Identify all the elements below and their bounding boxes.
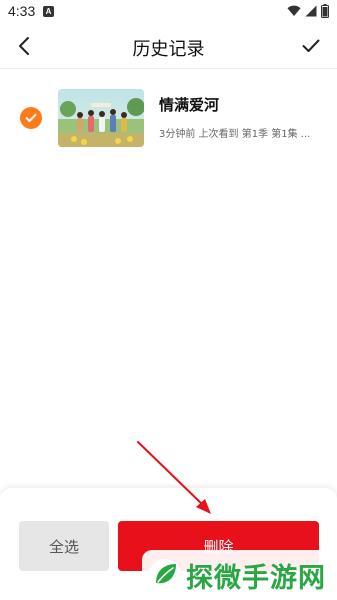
battery-icon [321, 4, 329, 18]
status-icons [287, 4, 329, 18]
history-page: 4:33 A 历史记录 情满爱河 3分钟前 上次看到 第1季 第1集 ... 全… [0, 0, 337, 600]
status-time: 4:33 [8, 3, 36, 19]
selected-checkbox[interactable] [20, 107, 42, 129]
status-bar: 4:33 A [0, 0, 337, 24]
watermark-text: 探微手游网 [186, 562, 326, 594]
leaf-logo-icon [149, 559, 181, 591]
watch-progress-text: 3分钟前 上次看到 第1季 第1集 ... [159, 129, 311, 140]
show-title: 情满爱河 [159, 96, 220, 114]
poster-image [58, 89, 144, 147]
select-all-button[interactable]: 全选 [19, 521, 109, 571]
show-poster-thumbnail[interactable] [58, 89, 144, 147]
history-list-item[interactable]: 情满爱河 3分钟前 上次看到 第1季 第1集 ... [0, 86, 337, 150]
notification-badge-icon: A [43, 6, 54, 17]
site-watermark: 探微手游网 [142, 550, 337, 600]
page-title: 历史记录 [132, 39, 205, 60]
done-button[interactable] [297, 32, 325, 60]
signal-icon [305, 5, 317, 17]
checkmark-icon [25, 113, 37, 122]
check-icon [302, 39, 320, 52]
wifi-icon [287, 5, 301, 16]
top-app-bar: 历史记录 [0, 24, 337, 69]
